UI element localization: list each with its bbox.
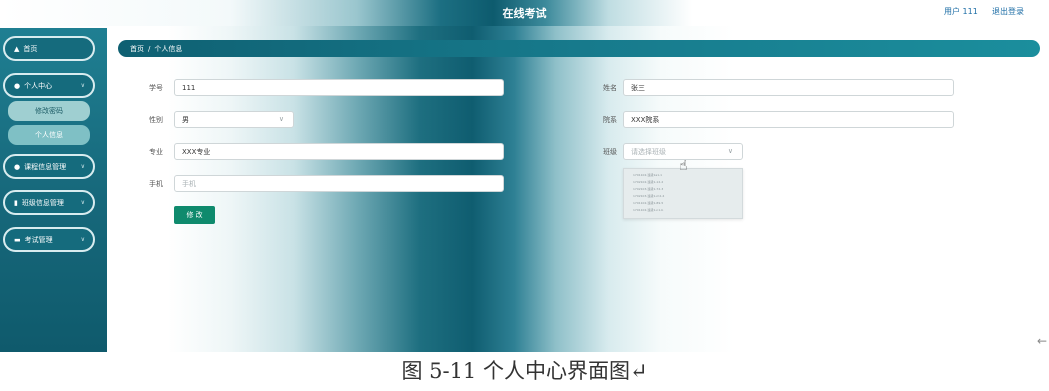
- sidebar-subitem-label: 个人信息: [35, 131, 63, 139]
- student-id-value: 111: [182, 83, 196, 92]
- department-value: XXX院系: [631, 115, 660, 124]
- breadcrumb-current: 个人信息: [154, 44, 183, 53]
- sidebar-item-exam-management[interactable]: ▬ 考试管理 ∨: [3, 227, 95, 252]
- student-id-field[interactable]: 111: [174, 79, 504, 96]
- phone-field[interactable]: 手机: [174, 175, 504, 192]
- chevron-down-icon: ∨: [80, 82, 85, 89]
- clipboard-icon: ▮: [14, 198, 18, 207]
- name-field[interactable]: 张三: [623, 79, 954, 96]
- user-icon: ●: [14, 162, 21, 171]
- top-bar: 在线考试 用户 111 退出登录: [0, 0, 1049, 26]
- gender-value: 男: [182, 115, 189, 124]
- user-label: 用户 111: [944, 7, 978, 16]
- gender-label: 性别: [149, 116, 163, 124]
- sidebar-item-personal-center[interactable]: ● 个人中心 ∨: [3, 73, 95, 98]
- class-dropdown-menu: 1701102-班级1a1-1 1702102-班级1-12-2 1702103…: [623, 168, 743, 219]
- student-id-label: 学号: [149, 84, 163, 92]
- chevron-down-icon: ∨: [80, 199, 85, 206]
- class-option[interactable]: 1702103-班级1-m2-4: [633, 194, 664, 198]
- sidebar: ▲ 首页 ● 个人中心 ∨ 修改密码 个人信息 ● 课程信息管理 ∨ ▮ 班级信…: [0, 28, 107, 352]
- sidebar-item-label: 首页: [23, 44, 38, 53]
- major-field[interactable]: XXX专业: [174, 143, 504, 160]
- major-value: XXX专业: [182, 147, 211, 156]
- chevron-down-icon: ∨: [278, 115, 284, 123]
- department-field[interactable]: XXX院系: [623, 111, 954, 128]
- sidebar-item-label: 考试管理: [24, 235, 53, 244]
- breadcrumb: 首页 / 个人信息: [118, 40, 1040, 57]
- class-option[interactable]: 1701102-班级1-89-5: [633, 201, 663, 205]
- name-label: 姓名: [603, 84, 617, 92]
- breadcrumb-home[interactable]: 首页: [130, 44, 144, 54]
- name-value: 张三: [631, 83, 645, 92]
- sidebar-item-label: 课程信息管理: [24, 162, 67, 171]
- class-placeholder: 请选择班级: [631, 147, 666, 156]
- class-option[interactable]: 1702103-班级1-72-3: [633, 187, 663, 191]
- sidebar-item-class-management[interactable]: ▮ 班级信息管理 ∨: [3, 190, 95, 215]
- sidebar-item-label: 班级信息管理: [21, 198, 64, 207]
- sidebar-subitem-label: 修改密码: [35, 107, 63, 115]
- sidebar-item-course-management[interactable]: ● 课程信息管理 ∨: [3, 154, 95, 179]
- return-arrow-icon: ←: [1037, 334, 1048, 348]
- sidebar-item-label: 个人中心: [24, 81, 53, 90]
- figure-caption: 图 5-11 个人中心界面图↵: [401, 359, 648, 383]
- gender-select[interactable]: 男 ∨: [174, 111, 294, 128]
- hand-cursor-icon: ☝: [679, 158, 688, 174]
- class-option[interactable]: 1701102-班级1-n1-b: [633, 208, 663, 212]
- sidebar-item-home[interactable]: ▲ 首页: [3, 36, 95, 61]
- phone-placeholder: 手机: [182, 179, 196, 188]
- class-option[interactable]: 1702102-班级1-12-2: [633, 180, 663, 184]
- breadcrumb-separator: /: [148, 44, 151, 53]
- chevron-down-icon: ∨: [727, 147, 733, 155]
- chevron-down-icon: ∨: [80, 236, 85, 243]
- sidebar-subitem-personal-info[interactable]: 个人信息: [8, 125, 90, 145]
- sidebar-subitem-change-password[interactable]: 修改密码: [8, 101, 90, 121]
- major-label: 专业: [149, 148, 163, 156]
- user-icon: ●: [14, 81, 21, 90]
- app-title: 在线考试: [502, 7, 547, 20]
- department-label: 院系: [603, 116, 617, 124]
- app-screenshot: 在线考试 用户 111 退出登录 ▲ 首页 ● 个人中心 ∨ 修改密码 个人信息…: [0, 0, 1049, 352]
- chevron-down-icon: ∨: [80, 163, 85, 170]
- save-button[interactable]: 修 改: [174, 206, 215, 224]
- home-icon: ▲: [14, 44, 20, 53]
- phone-label: 手机: [149, 180, 163, 188]
- class-option[interactable]: 1701102-班级1a1-1: [633, 173, 662, 177]
- class-label: 班级: [603, 148, 617, 156]
- logout-link[interactable]: 退出登录: [992, 6, 1024, 17]
- stack-icon: ▬: [14, 235, 21, 244]
